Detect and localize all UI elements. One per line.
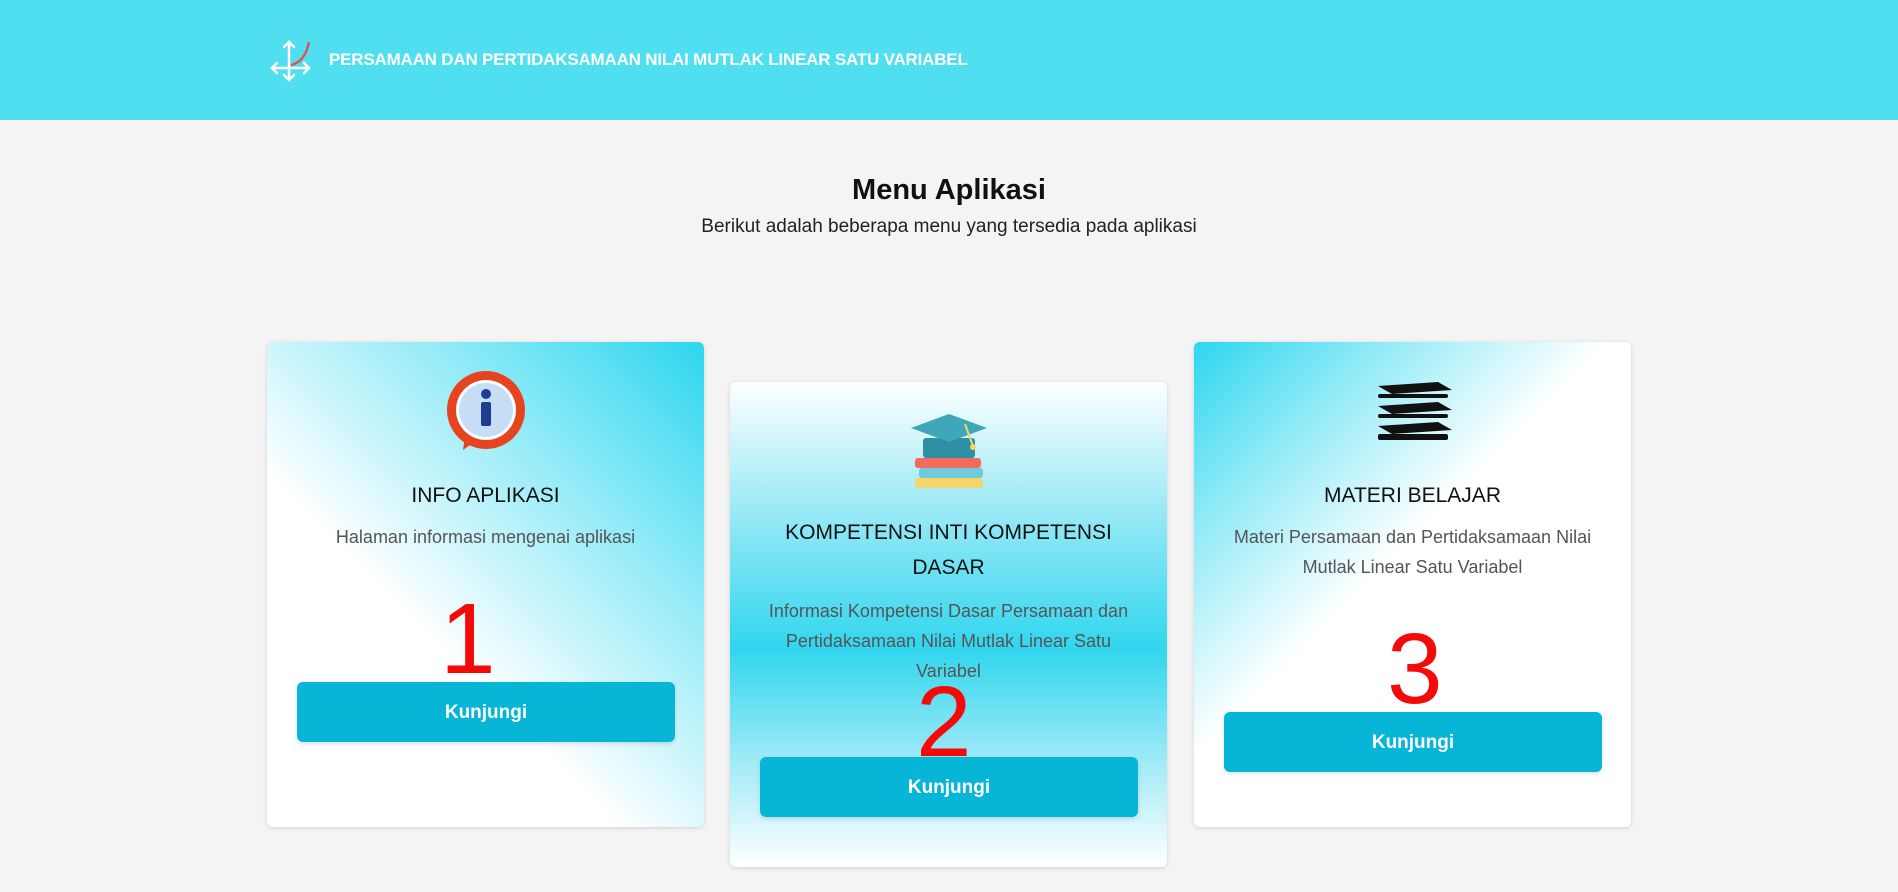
graph-axes-icon[interactable] — [269, 38, 313, 82]
card-title: MATERI BELAJAR — [1324, 484, 1501, 507]
marker-number: 3 — [1387, 613, 1443, 725]
card-title: KOMPETENSI INTI KOMPETENSI DASAR — [785, 521, 1112, 579]
app-title[interactable]: PERSAMAAN DAN PERTIDAKSAMAAN NILAI MUTLA… — [329, 50, 968, 70]
menu-card-kompetensi: KOMPETENSI INTI KOMPETENSI DASAR Informa… — [730, 382, 1167, 867]
card-title: INFO APLIKASI — [411, 484, 560, 507]
books-stack-icon — [1377, 382, 1452, 440]
visit-button-materi[interactable]: Kunjungi — [1224, 712, 1602, 772]
graduation-books-icon — [910, 414, 987, 488]
page-title: Menu Aplikasi — [852, 174, 1046, 206]
menu-card-materi: MATERI BELAJAR Materi Persamaan dan Pert… — [1194, 342, 1631, 827]
marker-number: 1 — [440, 583, 496, 695]
top-navbar: PERSAMAAN DAN PERTIDAKSAMAAN NILAI MUTLA… — [0, 0, 1898, 120]
visit-button-kompetensi[interactable]: Kunjungi — [760, 757, 1138, 817]
card-description: Materi Persamaan dan Pertidaksamaan Nila… — [1233, 527, 1592, 577]
info-icon — [446, 371, 525, 450]
visit-button-info[interactable]: Kunjungi — [297, 682, 675, 742]
page-subtitle: Berikut adalah beberapa menu yang tersed… — [701, 216, 1197, 237]
card-description: Halaman informasi mengenai aplikasi — [335, 527, 636, 547]
menu-card-info: INFO APLIKASI Halaman informasi mengenai… — [267, 342, 704, 827]
